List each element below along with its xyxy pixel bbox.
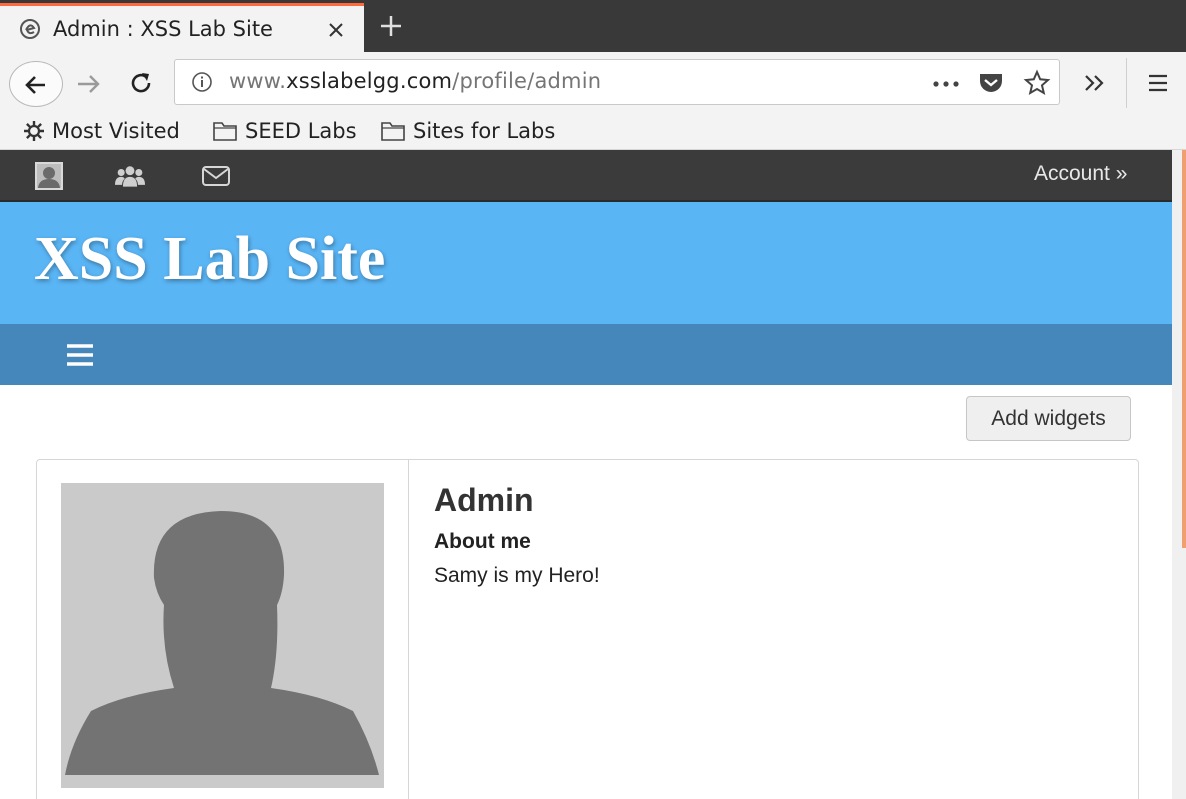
url-text[interactable]: www.xsslabelgg.com/profile/admin [229, 69, 601, 93]
overflow-chevron-icon[interactable] [1082, 70, 1108, 96]
site-header: XSS Lab Site [0, 202, 1172, 324]
profile-card: Admin About me Samy is my Hero! [36, 459, 1139, 799]
gear-icon [24, 121, 44, 141]
bookmark-seed-labs[interactable]: SEED Labs [212, 117, 357, 145]
about-me-label: About me [434, 530, 531, 553]
url-prefix: www. [229, 69, 287, 93]
back-arrow-icon [25, 76, 45, 94]
avatar[interactable] [61, 483, 384, 788]
bookmark-label: Most Visited [52, 119, 180, 143]
close-tab-icon[interactable] [325, 19, 347, 41]
account-menu-link[interactable]: Account » [1034, 162, 1127, 186]
bookmark-sites-for-labs[interactable]: Sites for Labs [380, 117, 555, 145]
url-path: /profile/admin [452, 69, 602, 93]
bookmark-label: Sites for Labs [413, 119, 556, 143]
reload-icon[interactable] [127, 69, 155, 97]
forward-arrow-icon[interactable] [74, 69, 104, 99]
profile-icon[interactable] [34, 162, 64, 190]
site-topbar: Account » [0, 150, 1172, 202]
profile-name: Admin [434, 482, 534, 518]
pocket-icon[interactable] [978, 71, 1004, 95]
bookmarks-toolbar: Most Visited SEED Labs Sites for Labs [0, 112, 1186, 150]
scrollbar-thumb[interactable] [1182, 150, 1186, 548]
active-tab[interactable]: Admin : XSS Lab Site [0, 3, 364, 52]
bookmark-most-visited[interactable]: Most Visited [23, 117, 180, 145]
friends-icon[interactable] [115, 162, 145, 190]
site-navigation [0, 324, 1172, 385]
url-host: xsslabelgg.com [286, 69, 453, 93]
browser-toolbar: www.xsslabelgg.com/profile/admin [0, 52, 1186, 112]
add-widgets-button[interactable]: Add widgets [966, 396, 1131, 441]
tab-title: Admin : XSS Lab Site [53, 17, 273, 41]
folder-icon [381, 122, 405, 141]
browser-menu-icon[interactable] [1146, 71, 1170, 95]
about-me-text: Samy is my Hero! [434, 564, 600, 587]
page-actions-icon[interactable] [932, 81, 960, 87]
back-button[interactable] [9, 61, 63, 107]
new-tab-icon[interactable] [377, 12, 405, 40]
toolbar-separator [1126, 58, 1127, 108]
page-scrollbar[interactable] [1172, 150, 1186, 799]
bookmark-star-icon[interactable] [1023, 69, 1051, 97]
tab-strip: Admin : XSS Lab Site [0, 0, 1186, 52]
mail-icon[interactable] [201, 162, 231, 190]
url-bar[interactable]: www.xsslabelgg.com/profile/admin [174, 59, 1060, 105]
profile-divider [408, 460, 409, 799]
default-avatar-icon [65, 511, 379, 775]
bookmark-label: SEED Labs [245, 119, 357, 143]
info-icon[interactable] [191, 71, 213, 93]
site-favicon-icon [20, 19, 40, 39]
folder-icon [213, 122, 237, 141]
site-title[interactable]: XSS Lab Site [34, 224, 385, 295]
hamburger-menu-icon[interactable] [66, 343, 94, 367]
